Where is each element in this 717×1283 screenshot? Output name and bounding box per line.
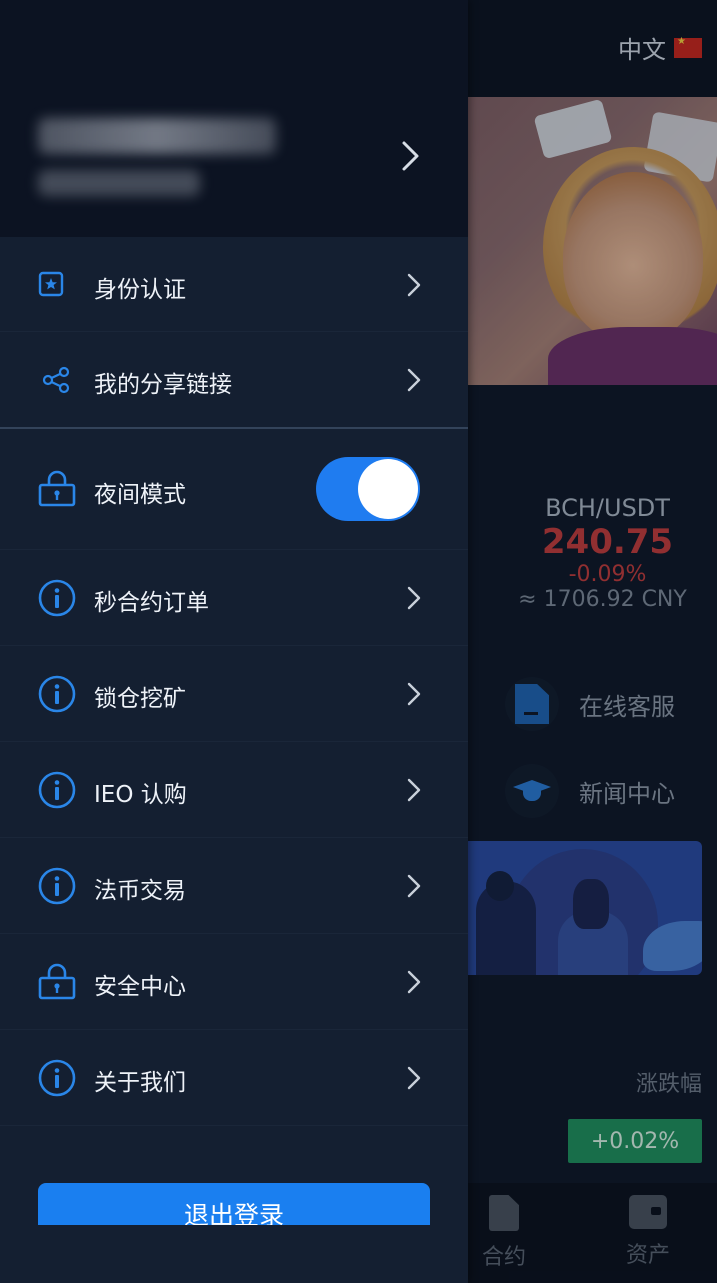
blurred-username bbox=[38, 118, 276, 154]
chevron-right-icon bbox=[406, 778, 422, 806]
info-icon bbox=[38, 675, 76, 713]
blurred-user-id bbox=[38, 170, 200, 196]
menu-item-label: 身份认证 bbox=[94, 277, 186, 303]
menu-item-label: IEO 认购 bbox=[94, 782, 187, 808]
share-icon bbox=[42, 366, 70, 394]
menu-item-label: 法币交易 bbox=[94, 878, 186, 904]
lock-icon bbox=[38, 962, 76, 1000]
chevron-right-icon bbox=[406, 586, 422, 614]
menu-item-night-mode[interactable]: 夜间模式 bbox=[0, 429, 468, 550]
info-icon bbox=[38, 867, 76, 905]
menu-item-label: 锁仓挖矿 bbox=[94, 686, 186, 712]
menu-item-ieo-subscription[interactable]: IEO 认购 bbox=[0, 742, 468, 838]
menu-item-label: 秒合约订单 bbox=[94, 590, 209, 616]
profile-header[interactable] bbox=[0, 0, 468, 237]
menu-item-second-contract-orders[interactable]: 秒合约订单 bbox=[0, 550, 468, 646]
chevron-right-icon bbox=[406, 970, 422, 998]
menu-item-label: 安全中心 bbox=[94, 974, 186, 1000]
side-drawer: 身份认证 我的分享链接 夜间模式 秒合约订单 锁仓挖矿 IEO 认购 法币交易 … bbox=[0, 0, 468, 1283]
chevron-right-icon bbox=[406, 368, 422, 396]
menu-item-lock-mining[interactable]: 锁仓挖矿 bbox=[0, 646, 468, 742]
chevron-right-icon bbox=[406, 874, 422, 902]
drawer-backdrop[interactable] bbox=[468, 0, 717, 1283]
chevron-right-icon bbox=[400, 140, 422, 176]
toggle-knob bbox=[358, 459, 418, 519]
menu-item-label: 夜间模式 bbox=[94, 482, 186, 508]
menu-item-identity[interactable]: 身份认证 bbox=[0, 237, 468, 332]
menu-item-label: 我的分享链接 bbox=[94, 372, 232, 398]
lock-icon bbox=[38, 469, 76, 507]
drawer-bottom-mask bbox=[0, 1225, 468, 1283]
info-icon bbox=[38, 579, 76, 617]
id-star-icon bbox=[38, 271, 64, 297]
menu-item-security-center[interactable]: 安全中心 bbox=[0, 934, 468, 1030]
night-mode-toggle[interactable] bbox=[316, 457, 420, 521]
menu-item-share-link[interactable]: 我的分享链接 bbox=[0, 332, 468, 427]
menu-item-about-us[interactable]: 关于我们 bbox=[0, 1030, 468, 1126]
menu-item-label: 关于我们 bbox=[94, 1070, 186, 1096]
chevron-right-icon bbox=[406, 1066, 422, 1094]
info-icon bbox=[38, 1059, 76, 1097]
menu-item-fiat-trading[interactable]: 法币交易 bbox=[0, 838, 468, 934]
info-icon bbox=[38, 771, 76, 809]
chevron-right-icon bbox=[406, 682, 422, 710]
chevron-right-icon bbox=[406, 273, 422, 301]
